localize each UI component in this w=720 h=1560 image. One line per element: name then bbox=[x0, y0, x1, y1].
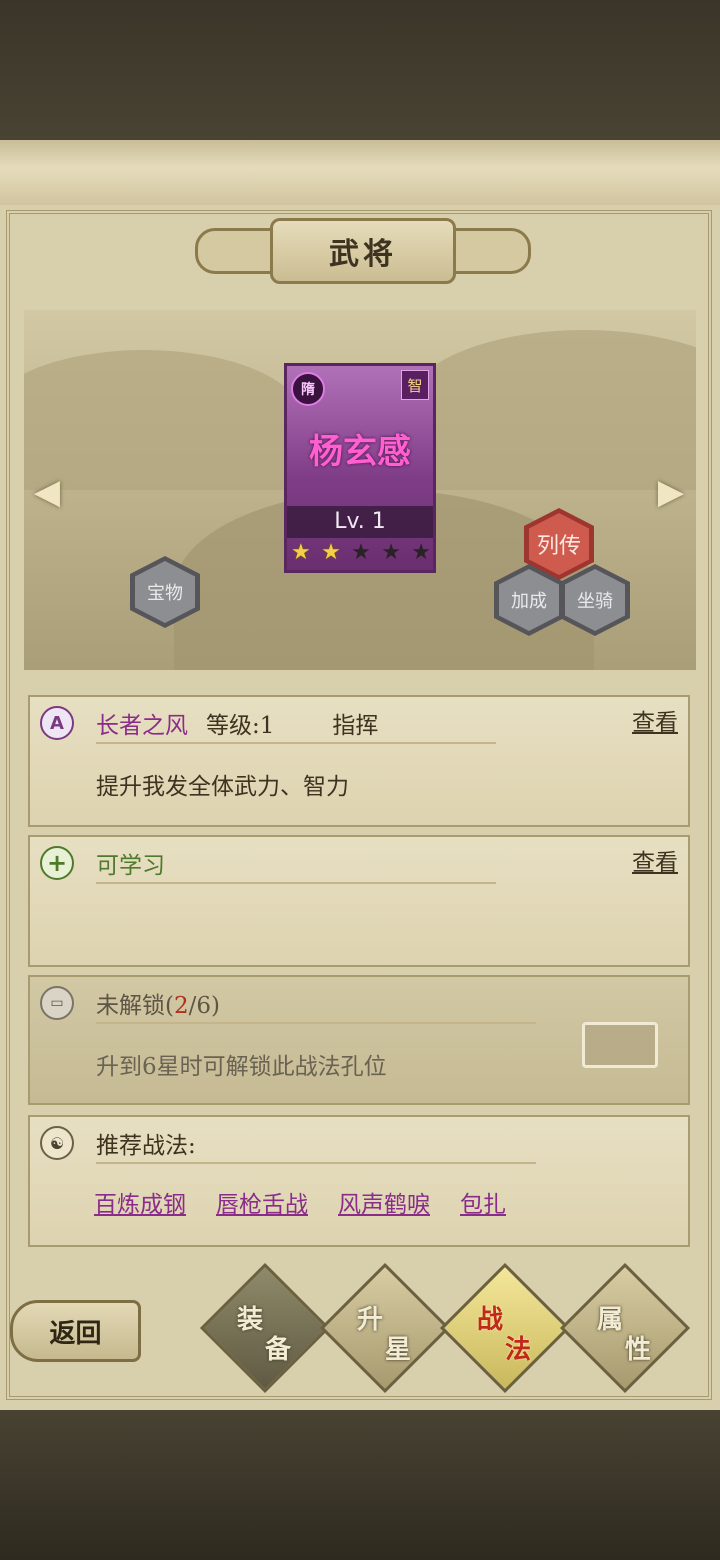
plus-icon: + bbox=[40, 846, 74, 880]
tab-equipment-label: 装 备 bbox=[219, 1295, 311, 1365]
locked-label: 未解锁(2/6) bbox=[96, 986, 220, 1020]
tab-char: 升 bbox=[357, 1305, 384, 1335]
learnable-skill-panel[interactable]: + 可学习 查看 bbox=[28, 835, 690, 967]
skill-level: 等级:1 bbox=[206, 713, 275, 739]
tab-char: 星 bbox=[385, 1335, 412, 1365]
star-icon: ★ bbox=[411, 540, 431, 565]
faction-badge: 隋 bbox=[291, 372, 325, 406]
next-hero-arrow-icon[interactable]: ▶ bbox=[648, 465, 694, 519]
scroll-top-roll bbox=[0, 140, 720, 213]
biography-icon: 列传 bbox=[529, 513, 589, 575]
bonus-label-1: 加 bbox=[511, 591, 529, 612]
locked-slot-icon bbox=[582, 1022, 658, 1068]
tactic-link[interactable]: 风声鹤唳 bbox=[338, 1185, 430, 1219]
lock-slot-icon: ▭ bbox=[40, 986, 74, 1020]
main-skill-panel: A 长者之风 等级:1 指挥 查看 提升我发全体武力、智力 bbox=[28, 695, 690, 827]
hero-card[interactable]: 隋 智 杨玄感 Lv. 1 ★ ★ ★ ★ ★ bbox=[284, 363, 436, 573]
hero-stars: ★ ★ ★ ★ ★ bbox=[291, 540, 431, 566]
hero-level: Lv. 1 bbox=[287, 506, 433, 538]
locked-skill-panel: ▭ 未解锁(2/6) 升到6星时可解锁此战法孔位 bbox=[28, 975, 690, 1105]
tactic-link[interactable]: 唇枪舌战 bbox=[216, 1185, 308, 1219]
locked-description: 升到6星时可解锁此战法孔位 bbox=[96, 1054, 387, 1080]
tab-char: 属 bbox=[597, 1305, 624, 1335]
locked-label-suffix: /6) bbox=[188, 993, 220, 1019]
recommended-tactics: 百炼成钢 唇枪舌战 风声鹤唳 包扎 bbox=[94, 1185, 536, 1219]
unlocked-count: 2 bbox=[173, 993, 189, 1019]
bonus-label-2: 成 bbox=[529, 591, 547, 612]
tactic-link[interactable]: 包扎 bbox=[460, 1185, 506, 1219]
biography-label-1: 列 bbox=[536, 534, 559, 559]
hero-name: 杨玄感 bbox=[309, 432, 411, 472]
star-icon: ★ bbox=[321, 540, 341, 565]
skill-description: 提升我发全体武力、智力 bbox=[96, 774, 349, 800]
star-icon: ★ bbox=[351, 540, 371, 565]
divider bbox=[96, 882, 496, 884]
skill-type-a-icon: A bbox=[40, 706, 74, 740]
skill-name: 长者之风 bbox=[96, 713, 188, 739]
prev-hero-arrow-icon[interactable]: ◀ bbox=[24, 465, 70, 519]
tab-char: 战 bbox=[477, 1305, 504, 1335]
locked-header: ▭ 未解锁(2/6) bbox=[40, 983, 680, 1023]
treasure-icon: 宝物 bbox=[135, 561, 195, 623]
mount-label-1: 坐 bbox=[577, 591, 595, 612]
tactic-link[interactable]: 百炼成钢 bbox=[94, 1185, 186, 1219]
tab-char: 备 bbox=[265, 1335, 292, 1365]
tab-char: 性 bbox=[625, 1335, 652, 1365]
skill-type: 指挥 bbox=[332, 713, 379, 739]
learnable-label: 可学习 bbox=[96, 853, 165, 879]
recommended-panel: ☯ 推荐战法: 百炼成钢 唇枪舌战 风声鹤唳 包扎 bbox=[28, 1115, 690, 1247]
tab-char: 法 bbox=[505, 1335, 532, 1365]
treasure-label-2: 物 bbox=[165, 583, 183, 604]
tab-attributes-label: 属 性 bbox=[579, 1295, 671, 1365]
hero-type-badge: 智 bbox=[401, 370, 429, 400]
divider bbox=[96, 1162, 536, 1164]
star-icon: ★ bbox=[381, 540, 401, 565]
recommended-header: ☯ 推荐战法: bbox=[40, 1123, 680, 1163]
title-plate: 武将 bbox=[270, 218, 456, 284]
divider bbox=[96, 742, 496, 744]
learnable-header: + 可学习 bbox=[40, 843, 680, 883]
view-skill-link[interactable]: 查看 bbox=[632, 703, 678, 737]
top-background bbox=[0, 0, 720, 150]
main-skill-header: A 长者之风 等级:1 指挥 bbox=[40, 703, 680, 743]
treasure-label-1: 宝 bbox=[147, 583, 165, 604]
advisor-icon: ☯ bbox=[40, 1126, 74, 1160]
biography-label-2: 传 bbox=[559, 534, 582, 559]
bonus-icon: 加成 bbox=[499, 569, 559, 631]
bottom-background bbox=[0, 1400, 720, 1560]
view-learnable-link[interactable]: 查看 bbox=[632, 843, 678, 877]
tab-upgrade-star-label: 升 星 bbox=[339, 1295, 431, 1365]
locked-label-prefix: 未解锁( bbox=[96, 993, 174, 1019]
recommended-label: 推荐战法: bbox=[96, 1133, 196, 1159]
mount-icon: 坐骑 bbox=[565, 569, 625, 631]
divider bbox=[96, 1022, 536, 1024]
star-icon: ★ bbox=[291, 540, 311, 565]
tab-char: 装 bbox=[237, 1305, 264, 1335]
mount-label-2: 骑 bbox=[595, 591, 613, 612]
back-button[interactable]: 返回 bbox=[10, 1300, 141, 1362]
page-title: 武将 bbox=[329, 237, 397, 272]
tab-tactics-label: 战 法 bbox=[459, 1295, 551, 1365]
